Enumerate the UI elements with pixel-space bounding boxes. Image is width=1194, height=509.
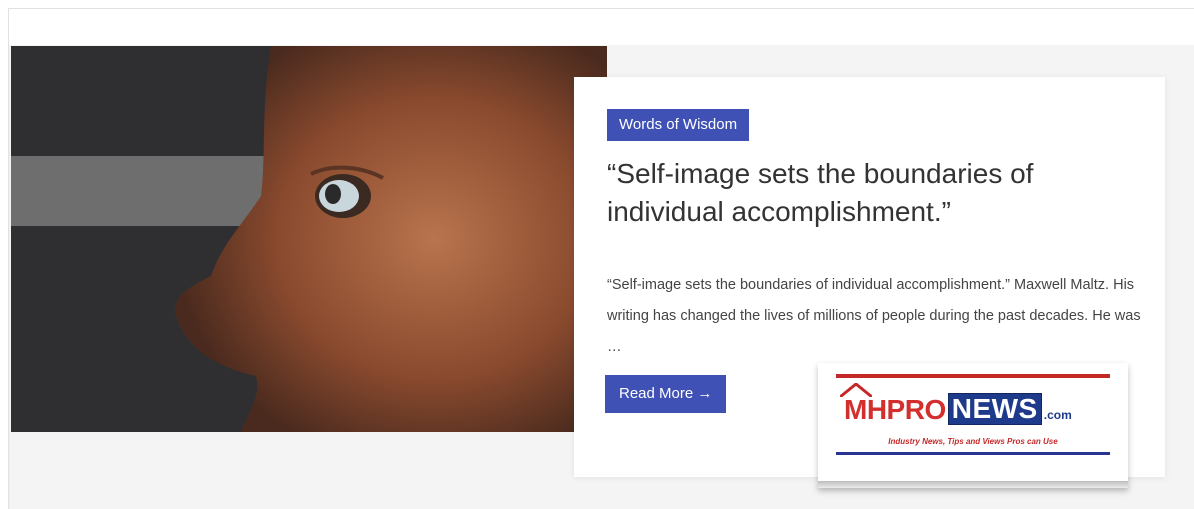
logo-top-rule bbox=[836, 374, 1110, 378]
logo-wordmark: MHPRO NEWS .com bbox=[844, 393, 1072, 425]
category-tag[interactable]: Words of Wisdom bbox=[607, 109, 750, 141]
logo-brand-part2: NEWS bbox=[947, 393, 1042, 425]
post-excerpt: “Self-image sets the boundaries of indiv… bbox=[607, 277, 1141, 355]
featured-image[interactable] bbox=[11, 46, 607, 432]
logo-bottom-rule bbox=[836, 452, 1110, 455]
post-title[interactable]: “Self-image sets the boundaries of indiv… bbox=[607, 155, 1127, 231]
logo-brand-part1: MHPRO bbox=[844, 394, 946, 425]
mhpronews-logo: MHPRO NEWS .com Industry News, Tips and … bbox=[818, 363, 1128, 491]
logo-brand-suffix: .com bbox=[1043, 408, 1072, 422]
top-band bbox=[9, 9, 1194, 45]
logo-shadow bbox=[818, 481, 1128, 491]
read-more-button[interactable]: Read More → bbox=[605, 375, 727, 413]
face-profile-illustration bbox=[11, 46, 607, 432]
logo-tagline: Industry News, Tips and Views Pros can U… bbox=[888, 437, 1058, 446]
